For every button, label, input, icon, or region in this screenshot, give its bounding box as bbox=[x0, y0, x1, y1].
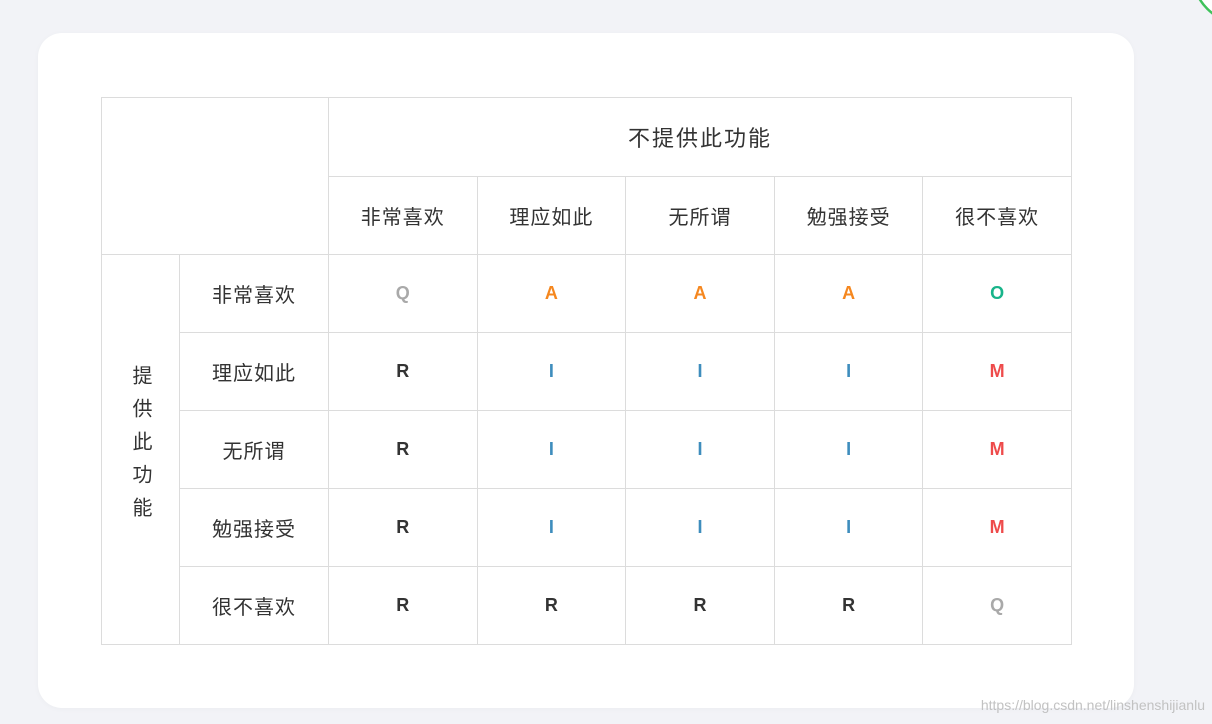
table-row: 理应如此 R I I I M bbox=[102, 332, 1072, 411]
table-row: 勉强接受 R I I I M bbox=[102, 488, 1072, 567]
column-group-header: 不提供此功能 bbox=[328, 97, 1072, 177]
content-card: 不提供此功能 非常喜欢 理应如此 无所谓 勉强接受 很不喜欢 提供此功能 非常喜… bbox=[38, 33, 1134, 708]
result-cell: R bbox=[328, 566, 478, 645]
result-cell: I bbox=[476, 332, 627, 411]
watermark: https://blog.csdn.net/linshenshijianlu bbox=[980, 697, 1205, 713]
row-header: 无所谓 bbox=[179, 410, 329, 489]
result-cell: I bbox=[773, 488, 924, 567]
result-cell: R bbox=[476, 566, 627, 645]
column-header: 非常喜欢 bbox=[328, 176, 478, 255]
result-cell: M bbox=[922, 488, 1072, 567]
result-cell: A bbox=[773, 254, 924, 333]
result-cell: Q bbox=[328, 254, 478, 333]
kano-evaluation-table: 不提供此功能 非常喜欢 理应如此 无所谓 勉强接受 很不喜欢 提供此功能 非常喜… bbox=[101, 97, 1072, 645]
result-cell: I bbox=[476, 410, 627, 489]
row-group-header-label: 提供此功能 bbox=[129, 364, 151, 530]
green-ring-decoration bbox=[1198, 0, 1212, 15]
column-header: 理应如此 bbox=[476, 176, 627, 255]
result-cell: R bbox=[625, 566, 775, 645]
result-cell: R bbox=[773, 566, 924, 645]
result-cell: I bbox=[625, 410, 775, 489]
result-cell: R bbox=[328, 332, 478, 411]
result-cell: I bbox=[773, 410, 924, 489]
result-cell: M bbox=[922, 332, 1072, 411]
result-cell: M bbox=[922, 410, 1072, 489]
row-header: 非常喜欢 bbox=[179, 254, 329, 333]
table-row: 很不喜欢 R R R R Q bbox=[102, 566, 1072, 645]
column-header: 无所谓 bbox=[625, 176, 775, 255]
result-cell: O bbox=[922, 254, 1072, 333]
result-cell: A bbox=[625, 254, 775, 333]
row-group-header: 提供此功能 bbox=[101, 254, 180, 645]
result-cell: I bbox=[773, 332, 924, 411]
row-header: 勉强接受 bbox=[179, 488, 329, 567]
column-header: 很不喜欢 bbox=[922, 176, 1072, 255]
result-cell: I bbox=[625, 488, 775, 567]
result-cell: Q bbox=[922, 566, 1072, 645]
result-cell: R bbox=[328, 410, 478, 489]
result-cell: R bbox=[328, 488, 478, 567]
result-cell: A bbox=[476, 254, 627, 333]
row-header: 理应如此 bbox=[179, 332, 329, 411]
row-header: 很不喜欢 bbox=[179, 566, 329, 645]
corner-cell bbox=[101, 97, 329, 255]
table-row: 提供此功能 非常喜欢 Q A A A O bbox=[101, 254, 1072, 645]
column-header: 勉强接受 bbox=[773, 176, 924, 255]
result-cell: I bbox=[476, 488, 627, 567]
table-row: 无所谓 R I I I M bbox=[102, 410, 1072, 489]
result-cell: I bbox=[625, 332, 775, 411]
